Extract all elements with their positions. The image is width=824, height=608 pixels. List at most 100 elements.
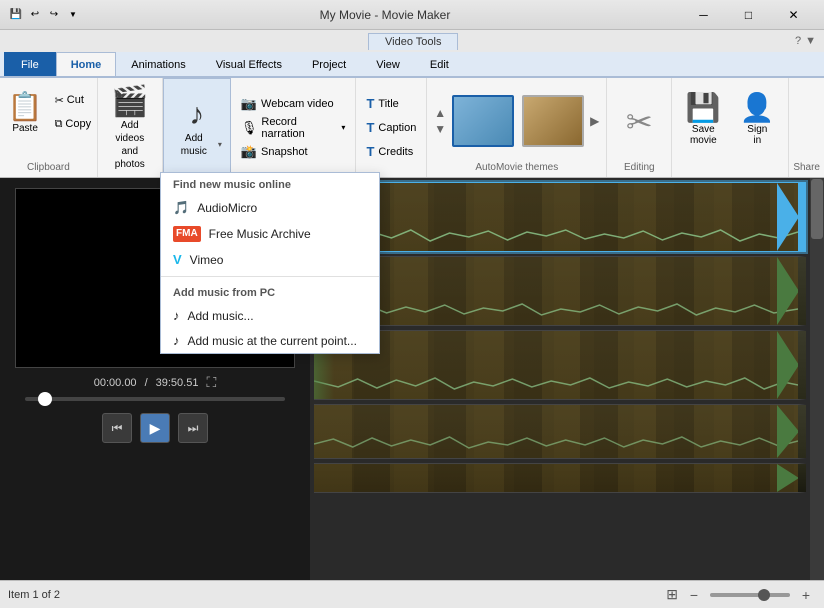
dropdown-section-online: Find new music online — [161, 173, 379, 195]
add-music-current-point-item[interactable]: ♪ Add music at the current point... — [161, 328, 379, 353]
timeline-track-3[interactable] — [314, 330, 806, 400]
audiomicro-icon: 🎵 — [173, 200, 189, 216]
dropdown-section-pc: Add music from PC — [161, 281, 379, 303]
vimeo-icon: V — [173, 252, 182, 267]
tab-animations[interactable]: Animations — [116, 52, 200, 76]
add-music-button[interactable]: ♪ Add music ▾ — [163, 78, 231, 177]
window-controls[interactable]: ─ □ ✕ — [681, 0, 816, 30]
share-group-label: Share — [793, 162, 820, 173]
next-frame-button[interactable]: ⏭ — [178, 413, 208, 443]
redo-icon[interactable]: ↪ — [46, 7, 62, 23]
theme-item-2[interactable] — [522, 95, 584, 147]
close-button[interactable]: ✕ — [771, 0, 816, 30]
record-narration-button[interactable]: 🎙 Record narration ▾ — [237, 117, 350, 139]
free-music-icon: FMA — [173, 226, 201, 242]
rewind-button[interactable]: ⏮ — [102, 413, 132, 443]
current-time: 00:00.00 — [94, 377, 137, 389]
add-videos-label: Add videosand photos — [106, 119, 154, 171]
title-bar: 💾 ↩ ↪ ▼ My Movie - Movie Maker ─ □ ✕ — [0, 0, 824, 30]
save-movie-label: Savemovie — [690, 124, 717, 146]
timeline-track-5[interactable] — [314, 463, 806, 493]
time-display: 00:00.00 / 39:50.51 ⛶ — [94, 374, 217, 391]
zoom-plus-button[interactable]: + — [796, 585, 816, 605]
add-music-dropdown-arrow: ▾ — [218, 140, 222, 149]
scrollbar-thumb[interactable] — [811, 179, 823, 239]
tab-edit[interactable]: Edit — [415, 52, 464, 76]
cut-icon: ✂ — [55, 94, 64, 107]
play-button[interactable]: ▶ — [140, 413, 170, 443]
main-area: 00:00.00 / 39:50.51 ⛶ ⏮ ▶ ⏭ — [0, 178, 824, 580]
paste-label: Paste — [12, 123, 38, 134]
storyboard-container — [310, 178, 824, 580]
minimize-button[interactable]: ─ — [681, 0, 726, 30]
cut-button[interactable]: ✂ Cut — [51, 89, 96, 111]
timeline-track-1[interactable] — [314, 182, 806, 252]
webcam-video-button[interactable]: 📷 Webcam video — [237, 93, 350, 115]
title-icon: T — [366, 96, 374, 111]
storyboard-scrollbar[interactable] — [810, 178, 824, 580]
ribbon: 📋 Paste ✂ Cut ⧉ Copy Clipboard 🎬 Add vid… — [0, 78, 824, 178]
maximize-button[interactable]: □ — [726, 0, 771, 30]
credits-button[interactable]: T Credits — [362, 141, 420, 163]
caption-button[interactable]: T Caption — [362, 117, 420, 139]
status-bar-right: ⊞ − + — [666, 585, 816, 605]
copy-button[interactable]: ⧉ Copy — [51, 113, 96, 135]
tab-project[interactable]: Project — [297, 52, 361, 76]
sign-in-button[interactable]: 👤 Signin — [732, 82, 782, 154]
webcam-icon: 📷 — [241, 96, 257, 112]
snapshot-icon: 📸 — [241, 144, 257, 160]
add-music-list-icon: ♪ — [173, 308, 180, 323]
status-item-count: Item 1 of 2 — [8, 589, 60, 601]
save-icon[interactable]: 💾 — [8, 7, 24, 23]
dropdown-divider — [161, 276, 379, 277]
quick-access-toolbar[interactable]: 💾 ↩ ↪ ▼ — [8, 7, 81, 23]
help-icon[interactable]: ? — [795, 35, 801, 47]
add-music-item[interactable]: ♪ Add music... — [161, 303, 379, 328]
theme-item-1[interactable] — [452, 95, 514, 147]
ribbon-help[interactable]: ? ▼ — [795, 35, 816, 47]
carousel-more-icon[interactable]: ▶ — [590, 114, 599, 128]
credits-icon: T — [366, 144, 374, 159]
audiomicro-item[interactable]: 🎵 AudioMicro — [161, 195, 379, 221]
add-videos-button[interactable]: 🎬 Add videosand photos — [98, 78, 163, 177]
timeline-track-4[interactable] — [314, 404, 806, 459]
editing-group-label: Editing — [624, 162, 655, 173]
carousel-down-icon[interactable]: ▼ — [434, 122, 446, 136]
sign-in-icon: 👤 — [740, 91, 775, 124]
add-videos-icon: 🎬 — [111, 84, 148, 119]
sign-in-label: Signin — [747, 124, 767, 146]
video-tools-tab[interactable]: Video Tools — [368, 33, 458, 50]
timeline-slider[interactable] — [25, 397, 285, 401]
storyboard — [310, 178, 810, 580]
copy-icon: ⧉ — [55, 118, 63, 131]
zoom-slider[interactable] — [710, 593, 790, 597]
editing-icon: ✂ — [626, 103, 653, 141]
paste-icon: 📋 — [8, 90, 43, 123]
tab-file[interactable]: File — [4, 52, 56, 76]
dropdown-arrow-icon[interactable]: ▼ — [65, 7, 81, 23]
add-music-current-icon: ♪ — [173, 333, 180, 348]
free-music-archive-item[interactable]: FMA Free Music Archive — [161, 221, 379, 247]
caption-icon: T — [366, 120, 374, 135]
tab-view[interactable]: View — [361, 52, 415, 76]
tab-visual-effects[interactable]: Visual Effects — [201, 52, 297, 76]
storyboard-view-icon[interactable]: ⊞ — [666, 586, 678, 603]
tab-home[interactable]: Home — [56, 52, 117, 76]
add-music-label: Add music — [172, 132, 216, 158]
expand-icon[interactable]: ⛶ — [206, 374, 216, 391]
microphone-icon: 🎙 — [241, 120, 258, 136]
add-music-icon: ♪ — [189, 98, 204, 132]
zoom-minus-button[interactable]: − — [684, 585, 704, 605]
carousel-up-icon[interactable]: ▲ — [434, 106, 446, 120]
timeline-track-2[interactable] — [314, 256, 806, 326]
save-movie-button[interactable]: 💾 Savemovie — [678, 82, 728, 154]
snapshot-button[interactable]: 📸 Snapshot — [237, 141, 350, 163]
add-music-dropdown: Find new music online 🎵 AudioMicro FMA F… — [160, 172, 380, 354]
collapse-arrow-icon[interactable]: ▼ — [805, 35, 816, 47]
time-separator: / — [145, 377, 148, 389]
vimeo-item[interactable]: V Vimeo — [161, 247, 379, 272]
window-title: My Movie - Movie Maker — [89, 8, 681, 22]
title-button[interactable]: T Title — [362, 93, 420, 115]
paste-button[interactable]: 📋 Paste — [2, 82, 49, 142]
undo-icon[interactable]: ↩ — [27, 7, 43, 23]
